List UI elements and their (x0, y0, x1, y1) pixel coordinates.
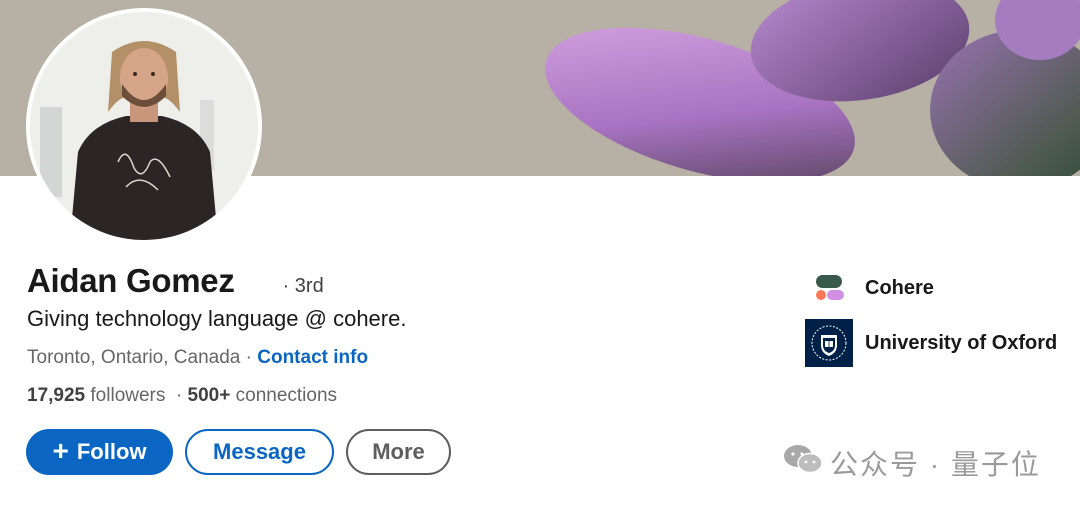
profile-page: Aidan Gomez · 3rd Giving technology lang… (0, 0, 1080, 506)
profile-headline: Giving technology language @ cohere. (27, 306, 407, 331)
more-label: More (372, 439, 425, 464)
plus-icon: + (52, 434, 69, 466)
oxford-crest-icon (805, 319, 853, 367)
avatar-photo (30, 12, 258, 240)
more-button[interactable]: More (346, 429, 451, 475)
watermark: 公众号 · 量子位 (782, 442, 1041, 483)
profile-location: Toronto, Ontario, Canada (27, 347, 241, 368)
org-label: Cohere (865, 276, 934, 299)
followers-count: 17,925 (27, 385, 86, 406)
connections-count[interactable]: 500+ (188, 385, 231, 406)
profile-avatar[interactable] (26, 8, 262, 244)
watermark-text: 公众号 · 量子位 (830, 448, 1041, 480)
location-separator: · (240, 347, 258, 368)
wechat-icon (782, 442, 824, 483)
profile-name: Aidan Gomez (27, 262, 235, 299)
contact-info-link[interactable]: Contact info (257, 347, 368, 368)
follow-button[interactable]: + Follow (26, 429, 173, 475)
connection-degree: · 3rd (282, 275, 324, 297)
org-cohere[interactable]: Cohere (805, 264, 934, 312)
followers-label: followers (85, 385, 166, 406)
name-row: Aidan Gomez · 3rd (27, 262, 324, 306)
connections-label[interactable]: connections (230, 385, 337, 406)
cohere-logo-icon (805, 264, 853, 312)
location-row: Toronto, Ontario, Canada · Contact info (27, 347, 368, 369)
stats-row: 17,925 followers · 500+ connections (27, 385, 337, 407)
message-label: Message (213, 439, 306, 464)
stats-separator: · (165, 385, 188, 406)
message-button[interactable]: Message (185, 429, 334, 475)
org-label: University of Oxford (865, 331, 1058, 354)
follow-label: Follow (76, 439, 147, 464)
org-oxford[interactable]: University of Oxford (805, 319, 1057, 367)
